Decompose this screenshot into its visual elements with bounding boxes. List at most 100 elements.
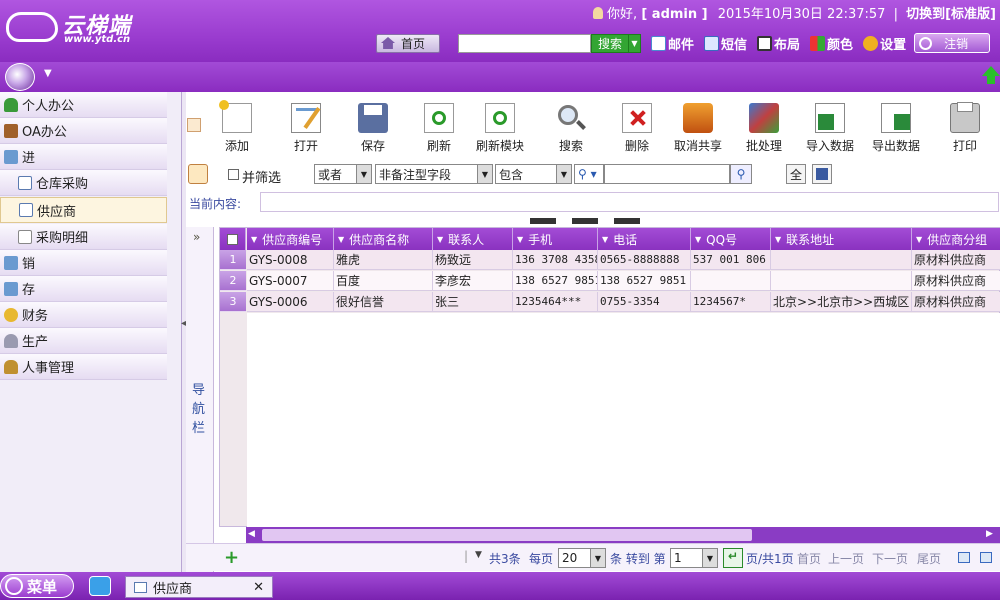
- sidebar-item-oa[interactable]: OA办公: [0, 118, 167, 144]
- column-header[interactable]: ▼ QQ号: [691, 228, 771, 250]
- sidebar-item-sales[interactable]: 销: [0, 250, 167, 276]
- search-input[interactable]: [458, 33, 591, 53]
- print-button[interactable]: 打印: [950, 94, 980, 154]
- table-cell[interactable]: 0755-3354: [598, 292, 691, 312]
- row-number[interactable]: 1: [220, 250, 246, 270]
- switch-edition-link[interactable]: 切换到[标准版]: [906, 7, 996, 22]
- sidebar-item-production[interactable]: 生产: [0, 328, 167, 354]
- filter-settings-icon[interactable]: [188, 164, 208, 184]
- add-button[interactable]: 添加: [219, 94, 252, 154]
- menu-dropdown-icon[interactable]: ▼: [44, 68, 52, 79]
- sidebar-item-finance[interactable]: 财务: [0, 302, 167, 328]
- column-menu-icon[interactable]: ▼: [517, 235, 523, 244]
- table-cell[interactable]: 百度: [334, 271, 433, 291]
- table-cell[interactable]: GYS-0008: [247, 250, 334, 270]
- add-row-icon[interactable]: +: [224, 547, 239, 568]
- list-view-icon[interactable]: [958, 552, 970, 563]
- card-view-icon[interactable]: [980, 552, 992, 563]
- select-all-rows-checkbox[interactable]: [220, 228, 246, 250]
- column-header[interactable]: ▼ 供应商名称: [334, 228, 433, 250]
- first-page-link[interactable]: 首页: [797, 550, 821, 567]
- column-header[interactable]: ▼ 联系地址: [771, 228, 912, 250]
- column-header[interactable]: ▼ 联系人: [433, 228, 513, 250]
- next-page-link[interactable]: 下一页: [872, 550, 908, 567]
- table-cell[interactable]: 原材料供应商: [912, 271, 1000, 291]
- sidebar-item-stock[interactable]: 存: [0, 276, 167, 302]
- sms-link[interactable]: 短信: [704, 34, 747, 53]
- table-cell[interactable]: 138 6527 9851: [598, 271, 691, 291]
- table-cell[interactable]: 雅虎: [334, 250, 433, 270]
- start-menu-button[interactable]: 菜单: [0, 574, 74, 598]
- select-all-button[interactable]: 全: [786, 164, 806, 184]
- column-header[interactable]: ▼ 手机: [513, 228, 598, 250]
- home-button[interactable]: 首页: [376, 33, 440, 53]
- column-header[interactable]: ▼ 电话: [598, 228, 691, 250]
- delete-button[interactable]: 删除: [622, 94, 652, 154]
- per-page-select[interactable]: 20 ▼: [558, 548, 606, 568]
- export-button[interactable]: 导出数据: [872, 94, 920, 154]
- batch-button[interactable]: 批处理: [746, 94, 782, 154]
- filter-search-button[interactable]: ⚲: [730, 164, 752, 184]
- table-cell[interactable]: 537 001 806: [691, 250, 771, 270]
- table-cell[interactable]: 北京>>北京市>>西城区: [771, 292, 912, 312]
- table-cell[interactable]: 138 6527 9851: [513, 271, 598, 291]
- sidebar-item-supplier[interactable]: 供应商: [0, 197, 167, 223]
- splitter-handles[interactable]: [530, 218, 640, 226]
- table-cell[interactable]: [691, 271, 771, 291]
- search-tool-button[interactable]: 搜索: [556, 94, 586, 154]
- sidebar-item-purchase-detail[interactable]: 采购明细: [0, 224, 167, 250]
- layout-link[interactable]: 布局: [757, 34, 800, 53]
- last-page-link[interactable]: 尾页: [917, 550, 941, 567]
- save-filter-button[interactable]: [812, 164, 832, 184]
- search-button[interactable]: 搜索: [591, 33, 629, 53]
- column-menu-icon[interactable]: ▼: [338, 235, 344, 244]
- open-button[interactable]: 打开: [291, 94, 321, 154]
- search-mode-select[interactable]: ⚲ ▾: [574, 164, 604, 184]
- unshare-button[interactable]: 取消共享: [674, 94, 722, 154]
- column-menu-icon[interactable]: ▼: [602, 235, 608, 244]
- browser-icon[interactable]: [89, 576, 111, 596]
- table-cell[interactable]: 杨致远: [433, 250, 513, 270]
- table-cell[interactable]: GYS-0006: [247, 292, 334, 312]
- column-header[interactable]: ▼ 供应商分组: [912, 228, 1000, 250]
- task-tab-supplier[interactable]: 供应商 ✕: [125, 576, 273, 598]
- table-cell[interactable]: 张三: [433, 292, 513, 312]
- scroll-up-icon[interactable]: [982, 66, 1000, 76]
- goto-enter-icon[interactable]: ↵: [723, 548, 743, 568]
- sidebar-item-purchase[interactable]: 进: [0, 144, 167, 170]
- column-menu-icon[interactable]: ▼: [916, 235, 922, 244]
- import-button[interactable]: 导入数据: [806, 94, 854, 154]
- page-select[interactable]: 1 ▼: [670, 548, 718, 568]
- sidebar-item-hr[interactable]: 人事管理: [0, 354, 167, 380]
- save-button[interactable]: 保存: [358, 94, 388, 154]
- table-cell[interactable]: 0565-8888888: [598, 250, 691, 270]
- current-content-field[interactable]: [260, 192, 999, 212]
- column-menu-icon[interactable]: ▼: [437, 235, 443, 244]
- sidebar-item-warehouse-purchase[interactable]: 仓库采购: [0, 170, 167, 196]
- table-cell[interactable]: 1234567*: [691, 292, 771, 312]
- scrollbar-thumb[interactable]: [262, 529, 752, 541]
- column-header[interactable]: ▼ 供应商编号: [247, 228, 334, 250]
- operator-select[interactable]: 包含 ▼: [495, 164, 572, 184]
- and-filter-checkbox[interactable]: [228, 169, 239, 180]
- menu-orb-icon[interactable]: [5, 63, 35, 91]
- field-select[interactable]: 非备注型字段 ▼: [375, 164, 493, 184]
- column-menu-icon[interactable]: ▼: [695, 235, 701, 244]
- logic-select[interactable]: 或者 ▼: [314, 164, 372, 184]
- close-icon[interactable]: ✕: [253, 580, 264, 595]
- table-cell[interactable]: 李彦宏: [433, 271, 513, 291]
- mail-link[interactable]: 邮件: [651, 34, 694, 53]
- table-cell[interactable]: GYS-0007: [247, 271, 334, 291]
- search-dropdown-icon[interactable]: ▼: [629, 33, 641, 53]
- logout-button[interactable]: 注销: [914, 33, 991, 53]
- scroll-right-icon[interactable]: ▶: [986, 529, 993, 539]
- row-number[interactable]: 2: [220, 271, 246, 291]
- table-cell[interactable]: [771, 271, 912, 291]
- refresh-module-button[interactable]: 刷新模块: [476, 94, 524, 154]
- table-cell[interactable]: 136 3708 4358: [513, 250, 598, 270]
- row-number[interactable]: 3: [220, 292, 246, 312]
- filter-value-input[interactable]: [604, 164, 730, 184]
- color-link[interactable]: 颜色: [810, 34, 853, 53]
- table-cell[interactable]: 很好信誉: [334, 292, 433, 312]
- column-menu-icon[interactable]: ▼: [775, 235, 781, 244]
